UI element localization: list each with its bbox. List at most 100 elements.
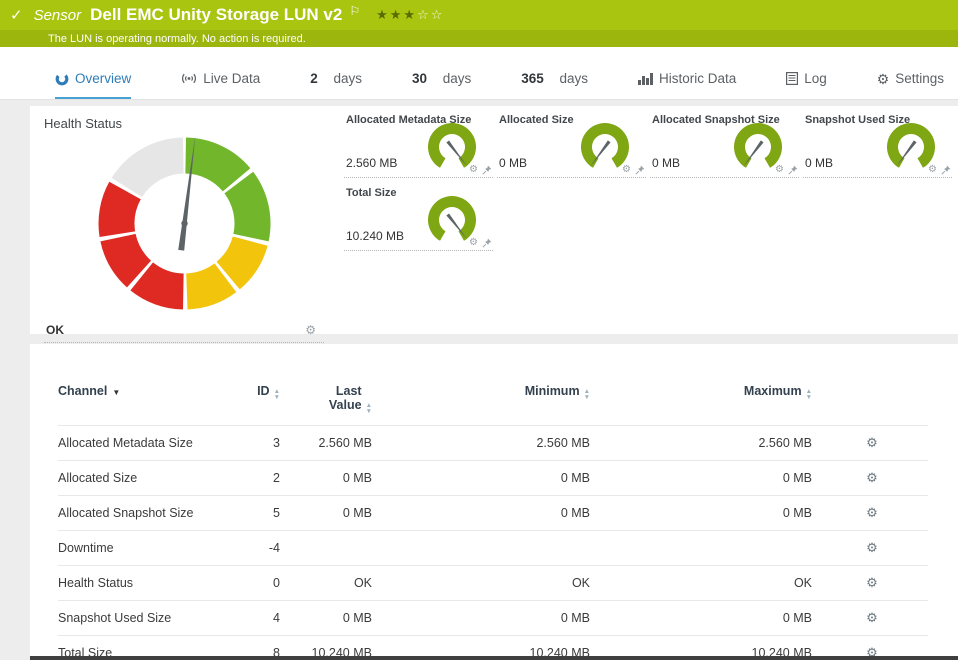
- column-header-channel[interactable]: Channel ▼: [58, 378, 228, 426]
- tab-overview[interactable]: Overview: [55, 71, 132, 99]
- tab-label: Live Data: [203, 71, 261, 86]
- status-check-icon: ✓: [10, 7, 23, 24]
- last-cell: OK: [284, 565, 376, 601]
- channel-cell: Allocated Metadata Size: [58, 425, 228, 461]
- gauge-cell-total-size: Total Size 10.240 MB ⚙: [344, 187, 493, 251]
- last-cell: 0 MB: [284, 460, 376, 496]
- channel-settings-icon[interactable]: ⚙: [866, 540, 878, 555]
- column-header-max[interactable]: Maximum ▲ ▼: [594, 378, 816, 426]
- table-row[interactable]: Health Status 0 OK OK OK ⚙: [58, 565, 928, 601]
- tab-num: 365: [521, 71, 544, 86]
- health-gauge-wrap: [44, 131, 324, 321]
- table-row[interactable]: Allocated Metadata Size 3 2.560 MB 2.560 MB…: [58, 425, 928, 461]
- gear-icon[interactable]: ⚙: [469, 165, 478, 175]
- overview-icon: [55, 72, 69, 86]
- gauge-value: 10.240 MB: [346, 229, 405, 243]
- tab-live-data[interactable]: Live Data: [181, 71, 260, 99]
- channel-settings-icon[interactable]: ⚙: [866, 610, 878, 625]
- table-row[interactable]: Allocated Snapshot Size 5 0 MB 0 MB 0 MB ⚙: [58, 495, 928, 531]
- pin-icon[interactable]: [788, 165, 798, 175]
- column-header-last[interactable]: Last Value ▲ ▼: [284, 378, 376, 426]
- tab-2-days[interactable]: 2 days: [310, 71, 362, 99]
- gauge-cell-allocated-size: Allocated Size 0 MB ⚙: [497, 114, 646, 178]
- tab-30-days[interactable]: 30 days: [412, 71, 471, 99]
- gauge-cell-snapshot-used-size: Snapshot Used Size 0 MB ⚙: [803, 114, 952, 178]
- settings-icon: ⚙: [876, 70, 890, 87]
- column-header-id[interactable]: ID ▲ ▼: [228, 378, 284, 426]
- health-footer: OK ⚙: [44, 321, 324, 343]
- priority-star[interactable]: ☆: [417, 7, 431, 22]
- table-row[interactable]: Allocated Size 2 0 MB 0 MB 0 MB ⚙: [58, 460, 928, 496]
- channel-cell: Snapshot Used Size: [58, 600, 228, 636]
- health-status-value: OK: [46, 323, 64, 337]
- column-header-min[interactable]: Minimum ▲ ▼: [376, 378, 594, 426]
- gear-icon[interactable]: ⚙: [928, 165, 937, 175]
- channel-settings-icon[interactable]: ⚙: [866, 435, 878, 450]
- tab-num: 30: [411, 71, 427, 86]
- gauge-icons: ⚙: [928, 165, 951, 175]
- actions-cell: ⚙: [816, 530, 928, 566]
- min-cell: [376, 530, 594, 566]
- priority-stars: ★★★☆☆: [376, 7, 444, 23]
- sensor-title: Dell EMC Unity Storage LUN v2: [90, 5, 343, 24]
- tab-label: days: [442, 71, 472, 86]
- id-cell: 0: [228, 565, 284, 601]
- table-row[interactable]: Snapshot Used Size 4 0 MB 0 MB 0 MB ⚙: [58, 600, 928, 636]
- actions-cell: ⚙: [816, 425, 928, 461]
- tab-log[interactable]: Log: [786, 71, 827, 99]
- min-cell: 0 MB: [376, 495, 594, 531]
- sort-icon: ▲ ▼: [365, 402, 372, 415]
- status-message: The LUN is operating normally. No action…: [48, 32, 306, 45]
- column-label: Maximum: [743, 384, 802, 398]
- gauge-icons: ⚙: [775, 165, 798, 175]
- id-cell: 2: [228, 460, 284, 496]
- gauge-cell-allocated-metadata-size: Allocated Metadata Size 2.560 MB ⚙: [344, 114, 493, 178]
- channels-table: Channel ▼ ID ▲ ▼ Last Value ▲ ▼ Minimum ▲ ▼ Maximum…: [58, 378, 928, 660]
- column-label: ID: [257, 384, 270, 398]
- priority-star[interactable]: ★: [390, 7, 404, 22]
- min-cell: OK: [376, 565, 594, 601]
- tab-365-days[interactable]: 365 days: [521, 71, 588, 99]
- tab-label: Overview: [75, 71, 132, 86]
- tab-historic-data[interactable]: Historic Data: [637, 71, 736, 99]
- tab-settings[interactable]: ⚙ Settings: [877, 71, 944, 99]
- priority-star[interactable]: ★: [376, 7, 390, 22]
- max-cell: 0 MB: [594, 600, 816, 636]
- gauge-grid: Allocated Metadata Size 2.560 MB ⚙ Allocate…: [338, 106, 958, 334]
- column-label: Last Value: [328, 384, 362, 412]
- channel-settings-icon[interactable]: ⚙: [866, 470, 878, 485]
- tab-label: Settings: [895, 71, 944, 86]
- gauge-value: 0 MB: [499, 156, 528, 170]
- priority-star[interactable]: ☆: [431, 7, 445, 22]
- last-cell: 2.560 MB: [284, 425, 376, 461]
- pin-icon[interactable]: [941, 165, 951, 175]
- actions-cell: ⚙: [816, 460, 928, 496]
- gear-icon[interactable]: ⚙: [622, 165, 631, 175]
- pin-icon[interactable]: [482, 165, 492, 175]
- gear-icon[interactable]: ⚙: [469, 238, 478, 248]
- table-header-row: Channel ▼ ID ▲ ▼ Last Value ▲ ▼ Minimum ▲ ▼ Maximum…: [58, 378, 928, 426]
- table-row[interactable]: Downtime -4 ⚙: [58, 530, 928, 566]
- content-area: Health Status OK ⚙ Allocated Metadata Si…: [0, 100, 958, 660]
- object-kind-label: Sensor: [33, 6, 82, 24]
- actions-cell: ⚙: [816, 495, 928, 531]
- channel-settings-icon[interactable]: ⚙: [866, 505, 878, 520]
- pin-icon[interactable]: [635, 165, 645, 175]
- min-cell: 0 MB: [376, 600, 594, 636]
- tab-label: days: [559, 71, 589, 86]
- health-panel-title: Health Status: [44, 116, 123, 131]
- gear-icon[interactable]: ⚙: [775, 165, 784, 175]
- channel-settings-icon[interactable]: ⚙: [866, 575, 878, 590]
- actions-cell: ⚙: [816, 600, 928, 636]
- channel-cell: Health Status: [58, 565, 228, 601]
- priority-star[interactable]: ★: [403, 7, 417, 22]
- pin-icon[interactable]: [482, 238, 492, 248]
- id-cell: 3: [228, 425, 284, 461]
- gauge-icons: ⚙: [469, 165, 492, 175]
- tab-label: Log: [804, 71, 827, 86]
- channel-cell: Downtime: [58, 530, 228, 566]
- flag-icon[interactable]: ⚐: [349, 4, 360, 18]
- gauge-icons: ⚙: [469, 238, 492, 248]
- gear-icon[interactable]: ⚙: [305, 324, 316, 336]
- last-cell: 0 MB: [284, 495, 376, 531]
